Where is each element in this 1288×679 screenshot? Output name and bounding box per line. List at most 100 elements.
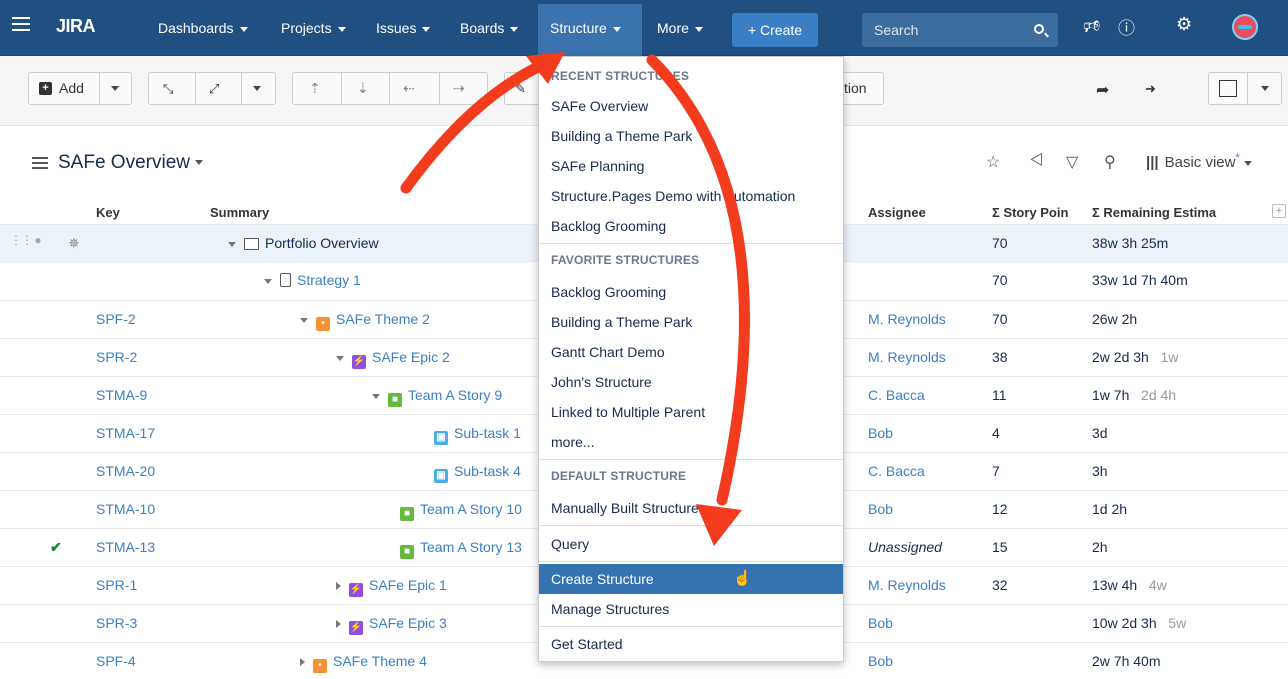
menu-icon[interactable] <box>12 17 30 31</box>
expand-toggle-icon[interactable] <box>228 241 236 247</box>
filter-icon[interactable]: ▽ <box>1066 152 1078 172</box>
summary-text[interactable]: SAFe Epic 1 <box>369 577 447 593</box>
move-right-icon[interactable]: ⇢ <box>453 73 465 104</box>
menu-item-get-started[interactable]: Get Started <box>539 629 843 659</box>
summary-text[interactable]: SAFe Epic 2 <box>372 349 450 365</box>
issue-key[interactable]: STMA-9 <box>96 387 147 403</box>
summary-text[interactable]: Strategy 1 <box>297 272 361 288</box>
chevron-down-icon[interactable] <box>253 86 261 91</box>
summary-cell[interactable]: ⚡ SAFe Epic 2 <box>336 349 450 369</box>
nav-dashboards[interactable]: Dashboards <box>158 20 248 36</box>
menu-item-more[interactable]: more... <box>539 427 843 457</box>
summary-cell[interactable]: Strategy 1 <box>264 272 361 288</box>
summary-text[interactable]: Team A Story 13 <box>420 539 522 555</box>
summary-cell[interactable]: Portfolio Overview <box>228 235 379 251</box>
issue-key[interactable]: STMA-20 <box>96 463 155 479</box>
menu-item-recent[interactable]: Building a Theme Park <box>539 121 843 151</box>
pin-icon[interactable]: ☆ <box>986 152 1000 172</box>
summary-cell[interactable]: ■ Team A Story 9 <box>372 387 502 407</box>
nav-structure-label-wrap[interactable]: Structure <box>550 20 621 36</box>
summary-text[interactable]: SAFe Theme 4 <box>333 653 427 669</box>
summary-cell[interactable]: ⚡ SAFe Epic 3 <box>336 615 447 635</box>
create-button[interactable]: + Create <box>732 13 818 47</box>
jira-logo[interactable]: JIRA <box>56 16 96 37</box>
menu-item-recent[interactable]: SAFe Planning <box>539 151 843 181</box>
megaphone-icon[interactable]: 🕫 <box>1083 14 1100 44</box>
search-icon[interactable]: ⚲ <box>1104 152 1116 172</box>
summary-text[interactable]: SAFe Theme 2 <box>336 311 430 327</box>
move-left-icon[interactable]: ⇠ <box>403 73 415 104</box>
menu-item-recent[interactable]: SAFe Overview <box>539 91 843 121</box>
assignee-cell[interactable]: Bob <box>868 615 893 631</box>
drag-handle-icon[interactable]: ⋮⋮ ● <box>10 233 42 247</box>
summary-text[interactable]: Sub-task 1 <box>454 425 521 441</box>
layers-icon[interactable]: ⨞ <box>1030 152 1043 170</box>
issue-key[interactable]: STMA-17 <box>96 425 155 441</box>
share-icon[interactable]: ➦ <box>1096 80 1109 100</box>
summary-cell[interactable]: ▣ Sub-task 1 <box>434 425 521 445</box>
view-selector[interactable]: ||| Basic view* <box>1146 152 1252 171</box>
menu-item-favorite[interactable]: John's Structure <box>539 367 843 397</box>
move-up-icon[interactable]: ⇡ <box>309 73 321 104</box>
panel-toggle-button[interactable] <box>1208 72 1282 105</box>
nav-more[interactable]: More <box>657 20 703 36</box>
export-icon[interactable]: ➜ <box>1145 81 1156 97</box>
summary-cell[interactable]: ■ Team A Story 13 <box>400 539 522 559</box>
summary-cell[interactable]: ⚡ SAFe Epic 1 <box>336 577 447 597</box>
assignee-cell[interactable]: C. Bacca <box>868 463 925 479</box>
menu-item-recent[interactable]: Structure.Pages Demo with Automation <box>539 181 843 211</box>
summary-text[interactable]: SAFe Epic 3 <box>369 615 447 631</box>
issue-key[interactable]: STMA-13 <box>96 539 155 555</box>
menu-item-favorite[interactable]: Gantt Chart Demo <box>539 337 843 367</box>
avatar[interactable] <box>1232 14 1258 40</box>
column-header-remaining[interactable]: Σ Remaining Estima <box>1092 205 1238 220</box>
summary-text[interactable]: Team A Story 10 <box>420 501 522 517</box>
expand-toggle-icon[interactable] <box>300 658 305 667</box>
menu-item-create-structure[interactable]: Create Structure ☝ <box>539 564 843 594</box>
column-header-key[interactable]: Key <box>96 205 120 220</box>
menu-item-query[interactable]: Query <box>539 529 843 559</box>
move-group[interactable]: ⇡ ⇣ ⇠ ⇢ <box>292 72 488 105</box>
summary-cell[interactable]: • SAFe Theme 2 <box>300 311 430 331</box>
menu-item-default[interactable]: Manually Built Structure <box>539 493 843 523</box>
summary-cell[interactable]: ■ Team A Story 10 <box>400 501 522 521</box>
expand-collapse-group[interactable]: ⤡ ⤢ <box>148 72 276 105</box>
issue-key[interactable]: SPF-2 <box>96 311 136 327</box>
expand-toggle-icon[interactable] <box>336 582 341 591</box>
issue-key[interactable]: SPR-1 <box>96 577 137 593</box>
gear-icon[interactable]: ⚙ <box>1176 14 1192 35</box>
expand-icon[interactable]: ⤡ <box>163 73 173 104</box>
assignee-cell[interactable]: M. Reynolds <box>868 311 946 327</box>
nav-projects[interactable]: Projects <box>281 20 346 36</box>
expand-toggle-icon[interactable] <box>300 317 308 323</box>
expand-toggle-icon[interactable] <box>336 620 341 629</box>
nav-boards[interactable]: Boards <box>460 20 519 36</box>
issue-key[interactable]: SPR-3 <box>96 615 137 631</box>
issue-key[interactable]: SPR-2 <box>96 349 137 365</box>
summary-text[interactable]: Team A Story 9 <box>408 387 502 403</box>
assignee-cell[interactable]: Bob <box>868 425 893 441</box>
expand-toggle-icon[interactable] <box>336 355 344 361</box>
assignee-cell[interactable]: Unassigned <box>868 539 942 555</box>
menu-item-favorite[interactable]: Linked to Multiple Parent <box>539 397 843 427</box>
summary-text[interactable]: Sub-task 4 <box>454 463 521 479</box>
assignee-cell[interactable]: M. Reynolds <box>868 349 946 365</box>
column-header-assignee[interactable]: Assignee <box>868 205 926 220</box>
help-icon[interactable]: ⓘ <box>1118 14 1140 39</box>
assignee-cell[interactable]: C. Bacca <box>868 387 925 403</box>
summary-cell[interactable]: ▣ Sub-task 4 <box>434 463 521 483</box>
nav-issues[interactable]: Issues <box>376 20 431 36</box>
add-button[interactable]: + Add <box>28 72 132 105</box>
assignee-cell[interactable]: M. Reynolds <box>868 577 946 593</box>
issue-key[interactable]: SPF-4 <box>96 653 136 669</box>
column-header-summary[interactable]: Summary <box>210 205 269 220</box>
search-input[interactable]: Search <box>862 13 1058 47</box>
add-column-icon[interactable]: + <box>1272 204 1286 218</box>
menu-item-favorite[interactable]: Building a Theme Park <box>539 307 843 337</box>
assignee-cell[interactable]: Bob <box>868 653 893 669</box>
menu-item-manage-structures[interactable]: Manage Structures <box>539 594 843 624</box>
expand-toggle-icon[interactable] <box>372 393 380 399</box>
summary-cell[interactable]: • SAFe Theme 4 <box>300 653 427 673</box>
issue-key[interactable]: STMA-10 <box>96 501 155 517</box>
menu-item-recent[interactable]: Backlog Grooming <box>539 211 843 241</box>
